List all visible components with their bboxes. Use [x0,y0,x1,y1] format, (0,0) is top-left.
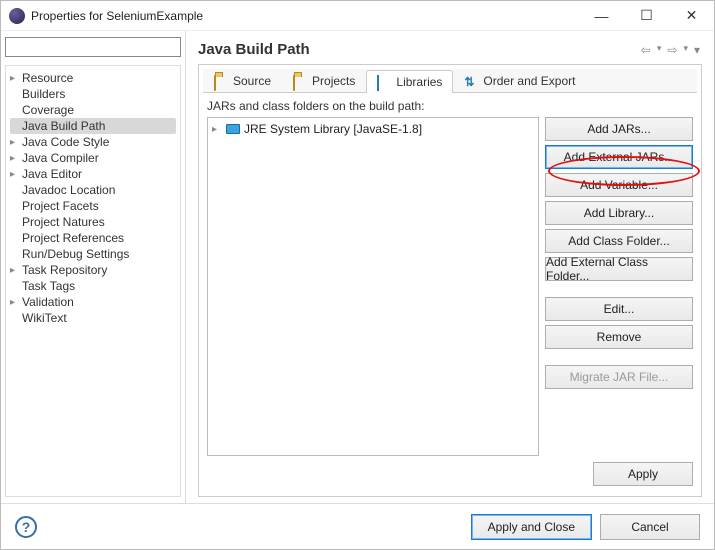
edit-button[interactable]: Edit... [545,297,693,321]
cancel-button[interactable]: Cancel [600,514,700,540]
sidebar-item-label: Resource [22,71,73,85]
tabs-row: Source Projects Libraries ⇅ Order and Export [203,69,697,93]
sidebar-item-validation[interactable]: ▸Validation [10,294,176,310]
sidebar-item-builders[interactable]: Builders [10,86,176,102]
library-icon [226,124,240,134]
help-icon[interactable]: ? [15,516,37,538]
sidebar-item-resource[interactable]: ▸Resource [10,70,176,86]
sidebar-item-label: Builders [22,87,65,101]
folder-icon [214,75,228,87]
chevron-right-icon: ▸ [10,265,20,276]
chevron-right-icon[interactable]: ▸ [212,124,222,135]
sidebar: ▸ResourceBuildersCoverageJava Build Path… [1,31,186,503]
add-external-jars-button[interactable]: Add External JARs... [545,145,693,169]
eclipse-icon [9,8,25,24]
sidebar-item-label: Java Code Style [22,135,109,149]
sidebar-item-label: Javadoc Location [22,183,115,197]
titlebar: Properties for SeleniumExample — ☐ ✕ [1,1,714,31]
chevron-right-icon: ▸ [10,137,20,148]
filter-input[interactable] [5,37,181,57]
page-title: Java Build Path [198,41,310,58]
dialog-footer: ? Apply and Close Cancel [1,503,714,549]
tab-order-and-export[interactable]: ⇅ Order and Export [453,69,586,92]
sidebar-item-label: WikiText [22,311,67,325]
tab-projects[interactable]: Projects [282,69,366,92]
sidebar-item-java-build-path[interactable]: Java Build Path [10,118,176,134]
build-path-panel: Source Projects Libraries ⇅ Order and Export… [198,64,702,497]
sidebar-item-task-repository[interactable]: ▸Task Repository [10,262,176,278]
forward-icon[interactable]: ⇨ [665,43,679,57]
chevron-right-icon: ▸ [10,169,20,180]
tab-label: Libraries [396,75,442,89]
apply-button[interactable]: Apply [593,462,693,486]
sidebar-item-coverage[interactable]: Coverage [10,102,176,118]
sidebar-item-project-facets[interactable]: Project Facets [10,198,176,214]
property-tree[interactable]: ▸ResourceBuildersCoverageJava Build Path… [5,65,181,497]
properties-dialog: Properties for SeleniumExample — ☐ ✕ ▸Re… [0,0,715,550]
migrate-jar-button: Migrate JAR File... [545,365,693,389]
libraries-tree[interactable]: ▸ JRE System Library [JavaSE-1.8] [207,117,539,456]
tab-label: Projects [312,74,355,88]
tab-source[interactable]: Source [203,69,282,92]
side-buttons: Add JARs... Add External JARs... Add Var… [545,117,693,456]
sidebar-item-label: Project References [22,231,124,245]
sidebar-item-project-natures[interactable]: Project Natures [10,214,176,230]
sidebar-item-java-code-style[interactable]: ▸Java Code Style [10,134,176,150]
window-title: Properties for SeleniumExample [31,9,203,23]
sidebar-item-label: Validation [22,295,74,309]
sidebar-item-label: Task Repository [22,263,107,277]
sidebar-item-label: Java Build Path [22,119,105,133]
sidebar-item-wikitext[interactable]: WikiText [10,310,176,326]
tab-label: Source [233,74,271,88]
library-item[interactable]: ▸ JRE System Library [JavaSE-1.8] [212,122,534,136]
remove-button[interactable]: Remove [545,325,693,349]
library-icon [377,76,391,88]
back-icon[interactable]: ⇦ [639,43,653,57]
add-jars-button[interactable]: Add JARs... [545,117,693,141]
tab-label: Order and Export [483,74,575,88]
sidebar-item-label: Project Natures [22,215,105,229]
nav-arrows: ⇦▾ ⇨▾ ▾ [639,43,702,57]
library-label: JRE System Library [JavaSE-1.8] [244,122,422,136]
sidebar-item-label: Run/Debug Settings [22,247,129,261]
main-panel: Java Build Path ⇦▾ ⇨▾ ▾ SourceProjectsLi… [186,31,714,503]
folder-icon [293,75,307,87]
sidebar-item-javadoc-location[interactable]: Javadoc Location [10,182,176,198]
maximize-button[interactable]: ☐ [624,1,669,30]
sidebar-item-label: Java Compiler [22,151,99,165]
tab-libraries[interactable]: Libraries [366,70,453,93]
add-class-folder-button[interactable]: Add Class Folder... [545,229,693,253]
sidebar-item-label: Task Tags [22,279,75,293]
prompt-label: JARs and class folders on the build path… [203,93,697,117]
sidebar-item-task-tags[interactable]: Task Tags [10,278,176,294]
apply-and-close-button[interactable]: Apply and Close [471,514,592,540]
menu-chevron-icon[interactable]: ▾ [692,43,702,57]
add-variable-button[interactable]: Add Variable... [545,173,693,197]
sidebar-item-label: Project Facets [22,199,99,213]
chevron-right-icon: ▸ [10,73,20,84]
sidebar-item-label: Coverage [22,103,74,117]
add-external-class-folder-button[interactable]: Add External Class Folder... [545,257,693,281]
chevron-right-icon: ▸ [10,153,20,164]
sidebar-item-project-references[interactable]: Project References [10,230,176,246]
sidebar-item-label: Java Editor [22,167,82,181]
sidebar-item-java-compiler[interactable]: ▸Java Compiler [10,150,176,166]
chevron-right-icon: ▸ [10,297,20,308]
sidebar-item-run-debug-settings[interactable]: Run/Debug Settings [10,246,176,262]
sidebar-item-java-editor[interactable]: ▸Java Editor [10,166,176,182]
order-icon: ⇅ [464,75,478,87]
add-library-button[interactable]: Add Library... [545,201,693,225]
minimize-button[interactable]: — [579,1,624,30]
close-button[interactable]: ✕ [669,1,714,30]
